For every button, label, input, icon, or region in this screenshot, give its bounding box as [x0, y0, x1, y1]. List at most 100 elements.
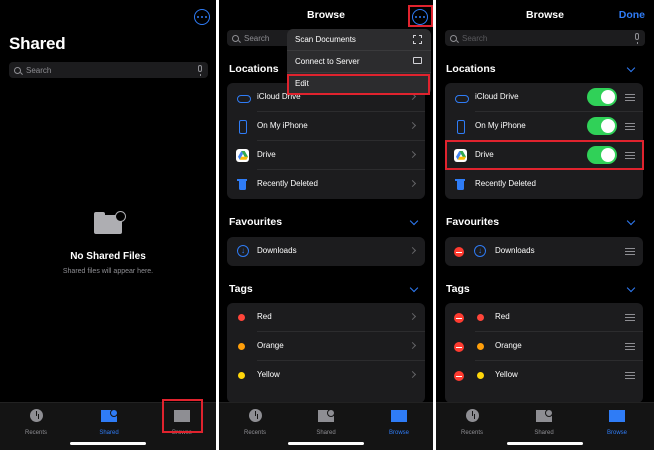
- microphone-icon[interactable]: [635, 33, 639, 44]
- chevron-down-icon[interactable]: [626, 216, 636, 226]
- favourites-list: Downloads: [445, 237, 643, 266]
- remove-icon[interactable]: [454, 342, 464, 352]
- tags-list: Red Orange Yellow: [227, 303, 425, 403]
- location-toggle[interactable]: [587, 88, 617, 106]
- remove-icon[interactable]: [454, 313, 464, 323]
- list-item[interactable]: Drive: [227, 141, 425, 170]
- item-label: Yellow: [257, 370, 280, 379]
- clock-icon: [465, 409, 479, 422]
- tab-shared[interactable]: Shared: [514, 409, 574, 436]
- chevron-right-icon: [408, 341, 417, 350]
- shared-folder-icon: [536, 409, 553, 422]
- done-button[interactable]: Done: [619, 9, 645, 21]
- item-label: Red: [495, 312, 510, 321]
- tab-shared[interactable]: Shared: [79, 409, 139, 436]
- list-item[interactable]: Orange: [227, 332, 425, 361]
- tab-label: Browse: [171, 430, 192, 436]
- home-indicator: [507, 442, 583, 445]
- tab-label: Shared: [534, 430, 554, 436]
- tab-browse[interactable]: Browse: [369, 409, 429, 436]
- chevron-down-icon[interactable]: [626, 283, 636, 293]
- menu-item-edit[interactable]: Edit: [287, 73, 431, 95]
- home-indicator: [288, 442, 364, 445]
- more-options-icon[interactable]: [412, 9, 428, 25]
- menu-item-connect-to-server[interactable]: Connect to Server: [287, 51, 431, 73]
- menu-item-scan-documents[interactable]: Scan Documents: [287, 29, 431, 51]
- section-tags: Tags: [446, 283, 470, 295]
- clock-icon: [248, 409, 262, 422]
- search-input[interactable]: Search: [445, 30, 645, 46]
- list-item: iCloud Drive: [445, 83, 643, 112]
- reorder-handle-icon[interactable]: [625, 94, 635, 95]
- item-label: Downloads: [495, 246, 535, 255]
- tags-list: Red Orange Yellow: [445, 303, 643, 403]
- reorder-handle-icon[interactable]: [625, 152, 635, 153]
- download-icon: [236, 245, 249, 258]
- search-input[interactable]: Search: [9, 62, 208, 78]
- iphone-icon: [454, 120, 467, 134]
- reorder-handle-icon[interactable]: [625, 314, 635, 315]
- chevron-right-icon: [408, 179, 417, 188]
- list-item: Downloads: [445, 237, 643, 266]
- tab-recents[interactable]: Recents: [225, 409, 285, 436]
- tab-browse[interactable]: Browse: [587, 409, 647, 436]
- search-icon: [232, 34, 239, 42]
- tab-label: Browse: [388, 430, 409, 436]
- list-item[interactable]: Downloads: [227, 237, 425, 266]
- list-item[interactable]: On My iPhone: [227, 112, 425, 141]
- clock-icon: [29, 409, 43, 422]
- location-toggle[interactable]: [587, 117, 617, 135]
- cloud-icon: [454, 91, 469, 104]
- shared-folder-icon: [318, 409, 335, 422]
- chevron-right-icon: [408, 370, 417, 379]
- locations-list: iCloud Drive On My iPhone Drive Recently…: [445, 83, 643, 199]
- item-label: On My iPhone: [257, 121, 308, 130]
- section-tags: Tags: [229, 283, 253, 295]
- reorder-handle-icon[interactable]: [625, 343, 635, 344]
- search-placeholder: Search: [26, 65, 52, 75]
- item-label: Orange: [495, 341, 522, 350]
- list-item[interactable]: Recently Deleted: [227, 170, 425, 199]
- red-tag-icon: [477, 314, 484, 321]
- tab-recents[interactable]: Recents: [442, 409, 502, 436]
- search-placeholder: Search: [244, 33, 270, 43]
- tab-label: Recents: [460, 430, 483, 436]
- microphone-icon[interactable]: [198, 65, 202, 76]
- tab-label: Shared: [99, 430, 119, 436]
- list-item: Yellow: [445, 361, 643, 390]
- remove-icon[interactable]: [454, 371, 464, 381]
- more-options-icon[interactable]: [194, 9, 210, 25]
- shared-folder-icon: [101, 409, 118, 422]
- google-drive-icon: [454, 149, 467, 162]
- browse-screen-edit: Browse Done Search Locations iCloud Driv…: [436, 0, 654, 450]
- list-item[interactable]: Yellow: [227, 361, 425, 390]
- chevron-right-icon: [408, 246, 417, 255]
- home-indicator: [70, 442, 146, 445]
- drive-toggle[interactable]: [587, 146, 617, 164]
- chevron-down-icon[interactable]: [409, 283, 419, 293]
- page-title: Shared: [9, 34, 66, 53]
- search-icon: [450, 34, 457, 42]
- reorder-handle-icon[interactable]: [625, 123, 635, 124]
- tab-browse[interactable]: Browse: [152, 409, 212, 436]
- folder-icon: [609, 410, 625, 422]
- reorder-handle-icon[interactable]: [625, 248, 635, 249]
- cloud-icon: [236, 91, 251, 104]
- item-label: On My iPhone: [475, 121, 526, 130]
- item-label: Recently Deleted: [257, 179, 318, 188]
- tab-label: Shared: [316, 430, 336, 436]
- section-favourites: Favourites: [446, 216, 500, 228]
- trash-icon: [454, 178, 467, 191]
- folder-icon: [391, 410, 407, 422]
- reorder-handle-icon[interactable]: [625, 372, 635, 373]
- section-locations: Locations: [229, 63, 279, 75]
- remove-icon[interactable]: [454, 247, 464, 257]
- chevron-down-icon[interactable]: [409, 216, 419, 226]
- tab-shared[interactable]: Shared: [296, 409, 356, 436]
- tab-recents[interactable]: Recents: [6, 409, 66, 436]
- list-item[interactable]: Red: [227, 303, 425, 332]
- chevron-down-icon[interactable]: [626, 63, 636, 73]
- nav-title: Browse: [307, 9, 345, 21]
- chevron-right-icon: [408, 312, 417, 321]
- menu-item-label: Connect to Server: [295, 57, 360, 66]
